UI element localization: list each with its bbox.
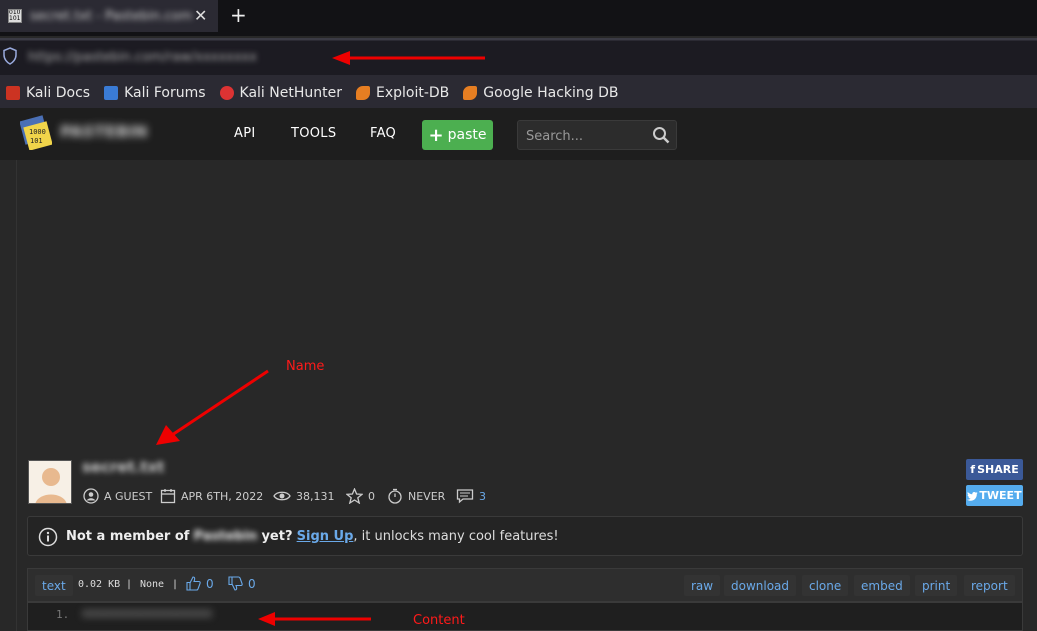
arrow-annotation-icon — [258, 612, 371, 626]
notice-suffix: yet? — [261, 529, 293, 544]
comments-count: 3 — [479, 489, 486, 503]
tab-favicon-icon: 010 101 — [8, 9, 22, 23]
syntax-button[interactable]: text — [35, 575, 73, 596]
plus-icon: + — [428, 124, 444, 146]
new-tab-icon[interactable]: + — [230, 3, 247, 27]
separator: | — [126, 579, 133, 590]
share-label: SHARE — [977, 463, 1019, 476]
tab-title: secret.txt - Pastebin.com — [30, 8, 193, 24]
svg-text:101: 101 — [30, 137, 43, 145]
shield-icon[interactable] — [2, 47, 18, 65]
download-button[interactable]: download — [724, 575, 797, 596]
site-logo-icon[interactable]: 1000 101 — [20, 114, 52, 150]
avatar — [28, 460, 72, 504]
paste-views: 38,131 — [273, 488, 335, 504]
nav-faq[interactable]: FAQ — [370, 126, 396, 141]
calendar-icon — [160, 489, 176, 504]
site-name[interactable]: PASTEBIN — [60, 122, 148, 141]
signup-link[interactable]: Sign Up — [297, 529, 354, 544]
kali-nethunter-icon — [219, 86, 234, 100]
guest-avatar-icon — [35, 468, 67, 503]
paste-stars[interactable]: 0 — [346, 488, 375, 504]
bookmark-label: Kali Forums — [124, 85, 206, 101]
report-button[interactable]: report — [964, 575, 1015, 596]
stars-count: 0 — [368, 489, 375, 503]
user-icon — [83, 488, 99, 504]
arrow-annotation-icon — [156, 369, 269, 445]
likes-count: 0 — [206, 576, 214, 591]
bookmark-label: Kali Docs — [26, 85, 91, 101]
bookmark-google-hacking-db[interactable]: Google Hacking DB — [463, 85, 619, 101]
star-icon — [346, 488, 363, 504]
clone-button[interactable]: clone — [802, 575, 849, 596]
paste-button-label: paste — [447, 127, 487, 143]
paste-date: APR 6TH, 2022 — [160, 488, 263, 504]
notice-site-name: Pastebin — [193, 529, 258, 544]
paste-size: 0.02 KB — [78, 579, 121, 590]
stopwatch-icon — [388, 488, 402, 504]
svg-text:1000: 1000 — [29, 128, 46, 136]
bookmark-label: Exploit-DB — [375, 85, 450, 101]
facebook-icon: f — [970, 463, 976, 476]
bookmark-kali-forums[interactable]: Kali Forums — [104, 85, 206, 101]
tweet-label: TWEET — [979, 489, 1022, 502]
embed-button[interactable]: embed — [854, 575, 910, 596]
notice-rest: , it unlocks many cool features! — [353, 529, 559, 544]
author-name: A GUEST — [104, 489, 153, 503]
raw-button[interactable]: raw — [684, 575, 721, 596]
comment-icon — [456, 489, 474, 504]
search-box — [517, 120, 677, 150]
views-count: 38,131 — [296, 489, 335, 503]
kali-docs-icon — [6, 86, 20, 100]
close-icon[interactable]: ✕ — [194, 6, 207, 25]
annotation-content-label: Content — [413, 613, 465, 628]
line-number: 1. — [56, 608, 70, 621]
bookmark-label: Google Hacking DB — [483, 85, 619, 101]
expires-text: NEVER — [408, 489, 446, 503]
nav-api[interactable]: API — [234, 126, 255, 141]
print-button[interactable]: print — [915, 575, 958, 596]
eye-icon — [273, 491, 291, 501]
info-icon — [38, 527, 58, 547]
paste-comments[interactable]: 3 — [456, 488, 486, 504]
date-text: APR 6TH, 2022 — [181, 489, 264, 503]
url-text[interactable]: https://pastebin.com/raw/xxxxxxxx — [28, 50, 257, 65]
notice-prefix: Not a member of — [66, 529, 190, 544]
bookmarks-bar: Kali Docs Kali Forums Kali NetHunter Exp… — [0, 78, 1037, 108]
annotation-name-label: Name — [286, 359, 325, 374]
browser-tab[interactable]: 010 101 secret.txt - Pastebin.com ✕ — [0, 0, 218, 32]
thumbs-up-icon — [186, 576, 201, 591]
paste-expires: NEVER — [387, 488, 445, 504]
search-icon[interactable] — [652, 126, 670, 144]
ghdb-icon — [463, 86, 478, 100]
exploit-db-icon — [355, 86, 370, 100]
search-input[interactable] — [524, 126, 648, 146]
twitter-icon — [967, 491, 978, 501]
paste-title: secret.txt — [82, 458, 165, 476]
arrow-annotation-icon — [332, 51, 485, 65]
separator: | — [172, 579, 179, 590]
new-paste-button[interactable]: + paste — [422, 120, 493, 150]
paste-category: None — [140, 579, 165, 590]
bookmark-kali-nethunter[interactable]: Kali NetHunter — [219, 85, 342, 101]
bookmark-kali-docs[interactable]: Kali Docs — [6, 85, 90, 101]
thumbs-down-icon — [228, 576, 243, 591]
twitter-tweet-button[interactable]: TWEET — [966, 485, 1023, 506]
dislike-button[interactable]: 0 — [228, 576, 256, 591]
dislikes-count: 0 — [248, 576, 256, 591]
bookmark-label: Kali NetHunter — [239, 85, 342, 101]
like-button[interactable]: 0 — [186, 576, 214, 591]
facebook-share-button[interactable]: f SHARE — [966, 459, 1023, 480]
nav-tools[interactable]: TOOLS — [291, 126, 336, 141]
signup-notice: Not a member of Pastebin yet? Sign Up, i… — [27, 516, 1023, 556]
notice-text: Not a member of Pastebin yet? Sign Up, i… — [66, 529, 559, 544]
bookmark-exploit-db[interactable]: Exploit-DB — [355, 85, 450, 101]
paste-author[interactable]: A GUEST — [83, 488, 152, 504]
kali-forums-icon — [104, 86, 119, 100]
code-line[interactable]: xxxxxxxxxxxxxxxxxx — [82, 606, 212, 620]
